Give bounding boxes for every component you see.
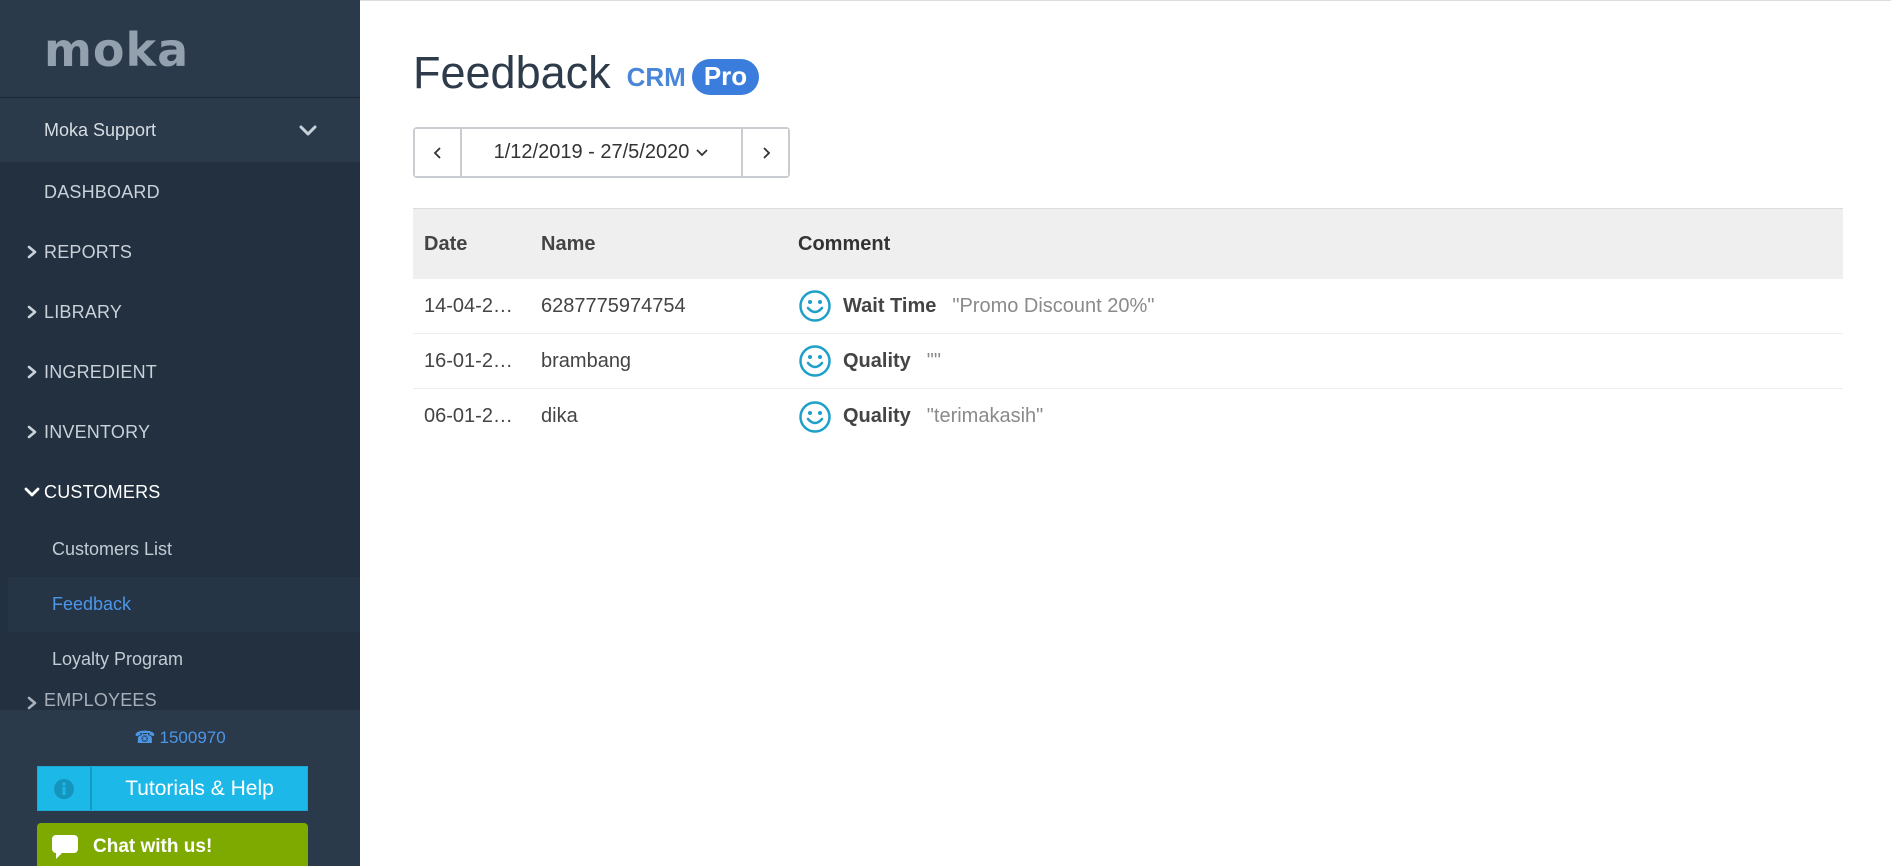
chevron-right-icon [24,364,40,380]
app-root: moka Moka Support DASHBOARD REPORTS LIBR… [0,0,1891,866]
chevron-right-icon [24,424,40,440]
cell-comment: Quality "" [798,344,1843,378]
support-phone-number: 1500970 [159,728,226,747]
cell-name: dika [541,405,578,427]
sidebar: moka Moka Support DASHBOARD REPORTS LIBR… [0,0,360,866]
smiley-face-icon [799,400,831,433]
sidebar-item-ingredient[interactable]: INGREDIENT [0,342,360,402]
table-header: Date Name Comment [413,208,1843,279]
sidebar-item-label: CUSTOMERS [44,481,161,502]
page-title: Feedback [413,47,611,98]
sidebar-item-label: REPORTS [44,241,133,262]
cell-comment: Quality "terimakasih" [798,400,1843,434]
smiley-face-icon [799,345,831,377]
support-phone[interactable]: ☎ 1500970 [0,710,360,766]
cell-date: 16-01-2… [424,349,513,372]
chevron-left-icon [433,146,441,159]
sidebar-item-label: INGREDIENT [44,361,158,382]
column-header-date[interactable]: Date [413,233,541,256]
date-range-picker[interactable]: 1/12/2019 - 27/5/2020 [460,129,743,176]
sidebar-subitem-customers-list[interactable]: Customers List [0,522,360,577]
title-row: Feedback CRM Pro [413,47,760,99]
chevron-right-icon [24,304,40,320]
chevron-down-icon [696,148,708,156]
smiley-face-icon [799,290,831,322]
cell-comment: Wait Time "Promo Discount 20%" [798,289,1843,323]
sidebar-item-reports[interactable]: REPORTS [0,222,360,282]
sidebar-nav: DASHBOARD REPORTS LIBRARY INGREDIENT INV… [0,162,360,711]
cell-date: 06-01-2… [424,405,513,427]
column-header-comment[interactable]: Comment [798,233,1843,256]
sidebar-item-library[interactable]: LIBRARY [0,282,360,342]
sidebar-item-inventory[interactable]: INVENTORY [0,402,360,462]
date-range-value: 1/12/2019 - 27/5/2020 [493,141,690,163]
feedback-category: Quality [843,349,911,372]
sidebar-item-dashboard[interactable]: DASHBOARD [0,162,360,222]
sidebar-item-label: INVENTORY [44,421,151,442]
info-icon [38,767,92,810]
table-row[interactable]: 16-01-2… brambang Quality "" [413,334,1843,389]
sidebar-subitem-feedback[interactable]: Feedback [8,577,360,632]
pro-badge: Pro [691,59,760,95]
next-period-button[interactable] [743,129,788,176]
cell-date: 14-04-2… [424,294,513,317]
account-selector[interactable]: Moka Support [0,98,360,162]
moka-logo[interactable]: moka [44,27,360,73]
feedback-comment: "" [926,349,941,372]
cell-name: brambang [541,349,632,372]
feedback-category: Wait Time [843,294,937,317]
phone-icon: ☎ [134,728,156,747]
chevron-right-icon [762,146,770,159]
sidebar-item-label: LIBRARY [44,301,123,322]
chat-bubble-icon [37,834,93,860]
date-range-navigator: 1/12/2019 - 27/5/2020 [413,127,790,178]
main-content: Feedback CRM Pro 1/12/2019 - 27/5/2020 D… [360,0,1891,866]
tutorials-help-button[interactable]: Tutorials & Help [37,766,308,811]
sidebar-item-employees[interactable]: EMPLOYEES [0,687,360,711]
table-row[interactable]: 06-01-2… dika Quality "terimakasih" [413,389,1843,444]
feedback-table: Date Name Comment 14-04-2… 6287775974754… [413,208,1843,444]
tutorials-help-label: Tutorials & Help [125,776,274,800]
chevron-right-icon [24,695,40,711]
crm-label: CRM [626,61,686,92]
cell-name: 6287775974754 [541,294,686,317]
table-row[interactable]: 14-04-2… 6287775974754 Wait Time "Promo … [413,279,1843,334]
chat-label: Chat with us! [93,836,213,857]
previous-period-button[interactable] [415,129,460,176]
feedback-category: Quality [843,405,911,427]
feedback-comment: "Promo Discount 20%" [952,294,1155,317]
logo-area: moka [0,0,360,98]
column-header-name[interactable]: Name [541,233,798,256]
chevron-down-icon [299,125,317,136]
chevron-right-icon [24,244,40,260]
sidebar-item-label: EMPLOYEES [44,690,157,710]
account-name: Moka Support [44,119,157,140]
feedback-comment: "terimakasih" [926,405,1044,427]
chevron-down-icon [24,484,40,500]
sidebar-item-customers[interactable]: CUSTOMERS [0,462,360,522]
sidebar-subitem-loyalty-program[interactable]: Loyalty Program [0,632,360,687]
sidebar-footer: ☎ 1500970 Tutorials & Help Chat with us! [0,710,360,866]
chat-button[interactable]: Chat with us! [37,823,308,866]
sidebar-item-label: DASHBOARD [44,181,160,202]
